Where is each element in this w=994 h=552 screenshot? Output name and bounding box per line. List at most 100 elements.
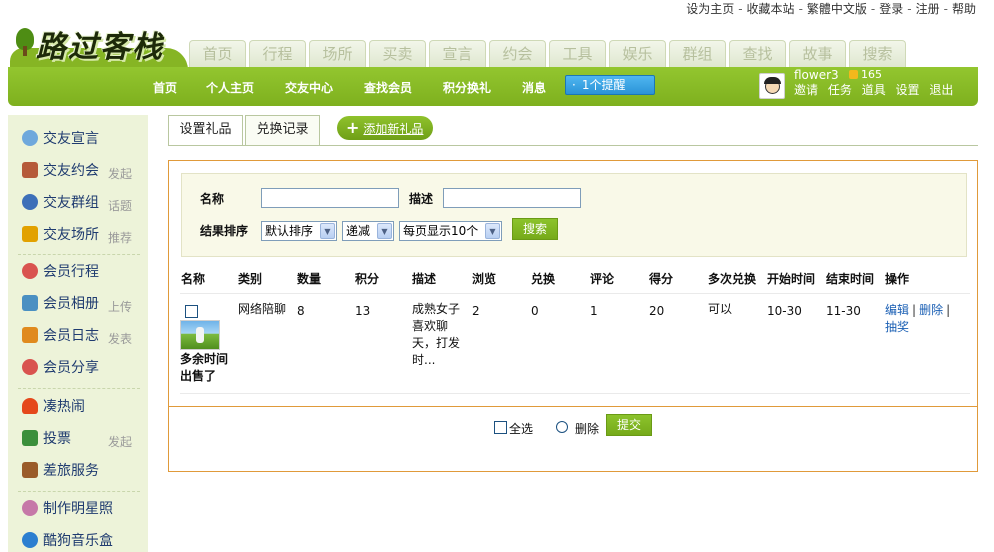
sidebar-item-places[interactable]: 交友场所	[22, 225, 99, 243]
category-tab-trade[interactable]: 买卖	[369, 40, 426, 67]
nav-messages[interactable]: 消息	[522, 79, 546, 96]
submit-button[interactable]: 提交	[606, 414, 652, 436]
sidebar-item-music[interactable]: 酷狗音乐盒	[22, 531, 113, 549]
gift-name: 多余时间出售了	[180, 352, 229, 383]
category-tab-tools[interactable]: 工具	[549, 40, 606, 67]
gift-exchanges: 0	[531, 304, 539, 318]
nav-points-exchange[interactable]: 积分换礼	[443, 79, 491, 96]
category-tab-declaration[interactable]: 宣言	[429, 40, 486, 67]
register-link[interactable]: 注册	[916, 2, 940, 16]
nav-home[interactable]: 首页	[153, 79, 177, 96]
star-face-icon	[22, 500, 38, 516]
gift-score: 20	[649, 304, 665, 318]
search-filter-box: 名称 描述 结果排序 默认排序 ▼ 递减 ▼ 每页显示10个 ▼ 搜索	[181, 173, 967, 257]
separator: -	[943, 2, 948, 16]
delete-radio[interactable]	[556, 421, 568, 433]
user-avatar[interactable]	[759, 73, 785, 99]
name-filter-input[interactable]	[261, 188, 399, 208]
nav-profile[interactable]: 个人主页	[206, 79, 254, 96]
logout-link[interactable]: 退出	[929, 83, 953, 97]
gift-thumbnail[interactable]	[180, 320, 220, 350]
help-link[interactable]: 帮助	[952, 2, 976, 16]
sidebar-item-fun[interactable]: 凑热闹	[22, 397, 85, 415]
column-header-name: 名称	[181, 272, 206, 286]
sidebar-item-declaration[interactable]: 交友宣言	[22, 129, 99, 147]
column-header-multiple-exchange: 多次兑换	[708, 272, 757, 286]
category-tab-home[interactable]: 首页	[189, 40, 246, 67]
category-tab-stories[interactable]: 故事	[789, 40, 846, 67]
column-header-points: 积分	[355, 272, 380, 286]
username-link[interactable]: flower3	[794, 68, 839, 82]
gift-points: 13	[355, 304, 371, 318]
site-logo[interactable]: 路过客栈	[10, 18, 188, 70]
sort-label: 结果排序	[200, 224, 249, 238]
category-tab-entertainment[interactable]: 娱乐	[609, 40, 666, 67]
sidebar-item-star-photo[interactable]: 制作明星照	[22, 499, 113, 517]
search-button[interactable]: 搜索	[512, 218, 558, 240]
gift-category: 网络陪聊	[238, 302, 287, 316]
music-icon	[22, 532, 38, 548]
category-tab-dating[interactable]: 约会	[489, 40, 546, 67]
sidebar-item-label: 制作明星照	[43, 501, 113, 517]
separator: -	[907, 2, 912, 16]
add-gift-button[interactable]: + 添加新礼品	[337, 116, 433, 140]
settings-link[interactable]: 设置	[896, 83, 920, 97]
sidebar-sub-start-dating[interactable]: 发起	[108, 165, 132, 182]
invite-link[interactable]: 邀请	[794, 83, 818, 97]
sidebar: 交友宣言 交友约会 发起 交友群组 话题 交友场所 推荐 会员行程 会员相册 上…	[8, 115, 148, 552]
coin-icon	[849, 70, 858, 79]
category-tabs: 首页 行程 场所 买卖 宣言 约会 工具 娱乐 群组 查找 故事 搜索	[189, 40, 906, 67]
sidebar-item-label: 会员行程	[43, 264, 99, 280]
sidebar-item-vote[interactable]: 投票	[22, 429, 71, 447]
lottery-link[interactable]: 抽奖	[885, 320, 909, 334]
edit-link[interactable]: 编辑	[885, 303, 909, 317]
login-link[interactable]: 登录	[879, 2, 903, 16]
sort-order-value: 递减	[346, 224, 371, 238]
nav-social-center[interactable]: 交友中心	[285, 79, 333, 96]
column-header-actions: 操作	[885, 272, 910, 286]
sidebar-item-groups[interactable]: 交友群组	[22, 193, 99, 211]
select-all-checkbox[interactable]	[494, 421, 507, 434]
sidebar-sub-topics[interactable]: 话题	[108, 197, 132, 214]
notification-badge[interactable]: · 1个提醒	[565, 75, 655, 95]
sidebar-sub-start-vote[interactable]: 发起	[108, 433, 132, 450]
sidebar-item-share[interactable]: 会员分享	[22, 358, 99, 376]
tasks-link[interactable]: 任务	[828, 83, 852, 97]
sidebar-item-journals[interactable]: 会员日志	[22, 326, 99, 344]
select-all-label[interactable]: 全选	[509, 421, 533, 438]
sidebar-item-member-trips[interactable]: 会员行程	[22, 262, 99, 280]
nav-find-members[interactable]: 查找会员	[364, 79, 412, 96]
sidebar-item-dating[interactable]: 交友约会	[22, 161, 99, 179]
bookmark-link[interactable]: 收藏本站	[747, 2, 795, 16]
category-tab-groups[interactable]: 群组	[669, 40, 726, 67]
row-select-checkbox[interactable]	[185, 305, 198, 318]
sidebar-item-travel[interactable]: 差旅服务	[22, 461, 99, 479]
sidebar-sub-upload[interactable]: 上传	[108, 298, 132, 315]
sidebar-sub-post[interactable]: 发表	[108, 330, 132, 347]
category-tab-places[interactable]: 场所	[309, 40, 366, 67]
sidebar-item-label: 会员分享	[43, 360, 99, 376]
tab-exchange-records[interactable]: 兑换记录	[245, 115, 320, 145]
sidebar-item-label: 交友场所	[43, 227, 99, 243]
tab-gift-settings[interactable]: 设置礼品	[168, 115, 243, 145]
desc-filter-input[interactable]	[443, 188, 581, 208]
sidebar-sub-recommend[interactable]: 推荐	[108, 229, 132, 246]
traditional-chinese-link[interactable]: 繁體中文版	[807, 2, 867, 16]
per-page-select[interactable]: 每页显示10个 ▼	[399, 221, 502, 241]
props-link[interactable]: 道具	[862, 83, 886, 97]
sidebar-item-label: 会员相册	[43, 296, 99, 312]
category-tab-trips[interactable]: 行程	[249, 40, 306, 67]
row-divider	[180, 393, 970, 394]
delete-link[interactable]: 删除	[919, 303, 943, 317]
category-tab-search[interactable]: 搜索	[849, 40, 906, 67]
sort-order-select[interactable]: 递减 ▼	[342, 221, 394, 241]
delete-label[interactable]: 删除	[575, 421, 599, 438]
fire-icon	[22, 398, 38, 414]
sidebar-item-albums[interactable]: 会员相册	[22, 294, 99, 312]
category-tab-find[interactable]: 查找	[729, 40, 786, 67]
footer-divider	[168, 406, 978, 407]
separator: -	[798, 2, 803, 16]
sort-field-select[interactable]: 默认排序 ▼	[261, 221, 337, 241]
sidebar-item-label: 交友宣言	[43, 131, 99, 147]
set-homepage-link[interactable]: 设为主页	[686, 2, 734, 16]
